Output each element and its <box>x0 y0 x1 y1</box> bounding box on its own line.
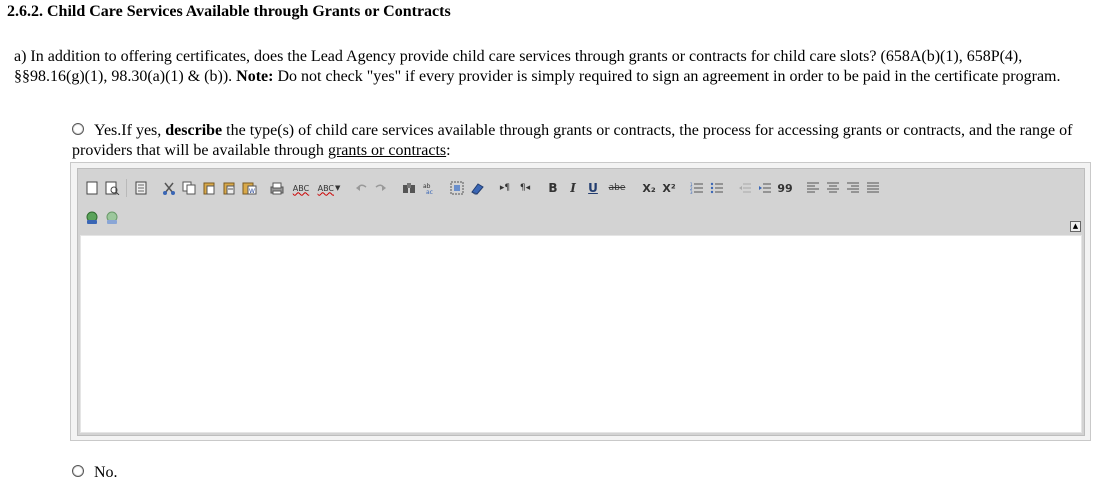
ltr-label: ▸¶ <box>499 183 511 193</box>
new-page-icon[interactable] <box>82 178 102 198</box>
option-yes: Yes.If yes, describe the type(s) of chil… <box>72 121 1090 161</box>
bulleted-list-icon[interactable] <box>707 178 727 198</box>
print-icon[interactable] <box>267 178 287 198</box>
copy-icon[interactable] <box>179 178 199 198</box>
superscript-label: X² <box>662 181 676 195</box>
question-text: a) In addition to offering certificates,… <box>14 47 1092 87</box>
collapse-label: ▲ <box>1072 222 1079 230</box>
numbered-list-icon[interactable]: 123 <box>687 178 707 198</box>
find-group: ab ac <box>399 178 439 198</box>
indent-icon[interactable] <box>755 178 775 198</box>
cut-icon[interactable] <box>159 178 179 198</box>
spellcheck-dropdown-label: ABC <box>317 183 334 193</box>
find-icon[interactable] <box>399 178 419 198</box>
paste-icon[interactable] <box>199 178 219 198</box>
subscript-icon[interactable]: X₂ <box>639 178 659 198</box>
collapse-toolbar-button[interactable]: ▲ <box>1070 221 1081 232</box>
blockquote-icon[interactable]: 99 <box>775 178 795 198</box>
link-icon[interactable] <box>82 208 102 228</box>
remove-format-icon[interactable] <box>467 178 487 198</box>
note-label: Note: <box>236 68 274 85</box>
select-group <box>447 178 487 198</box>
list-group: 123 <box>687 178 727 198</box>
editor-text-area[interactable] <box>80 235 1082 433</box>
spellcheck-icon[interactable]: ABC <box>287 178 315 198</box>
toolbar-separator <box>126 179 127 197</box>
option-no: No. <box>72 463 118 483</box>
templates-icon[interactable] <box>131 178 151 198</box>
editor-frame: W ABC ABC ▼ ab ac ▸¶ ¶◂ B I U abe X₂ X² … <box>77 168 1085 436</box>
redo-icon[interactable] <box>371 178 391 198</box>
yes-emphasis: describe <box>165 122 223 139</box>
svg-text:3: 3 <box>690 190 693 195</box>
document-group <box>82 178 151 198</box>
paste-word-icon[interactable]: W <box>239 178 259 198</box>
yes-suffix: : <box>446 142 451 159</box>
undo-group <box>351 178 391 198</box>
subscript-label: X₂ <box>642 181 656 195</box>
underline-label: U <box>588 181 598 195</box>
direction-group: ▸¶ ¶◂ <box>495 178 535 198</box>
bold-icon[interactable]: B <box>543 178 563 198</box>
svg-text:ac: ac <box>426 189 433 195</box>
indent-group: 99 <box>735 178 795 198</box>
strikethrough-label: abe <box>608 183 626 193</box>
yes-middle: the type(s) of child care services avail… <box>72 122 1073 159</box>
print-spell-group: ABC ABC ▼ <box>267 178 343 198</box>
replace-icon[interactable]: ab ac <box>419 178 439 198</box>
rtl-icon[interactable]: ¶◂ <box>515 178 535 198</box>
rich-text-editor: W ABC ABC ▼ ab ac ▸¶ ¶◂ B I U abe X₂ X² … <box>70 162 1091 441</box>
svg-text:W: W <box>249 188 255 195</box>
underline-icon[interactable]: U <box>583 178 603 198</box>
preview-icon[interactable] <box>102 178 122 198</box>
yes-radio[interactable] <box>72 123 84 136</box>
no-radio[interactable] <box>72 465 84 478</box>
no-label: No. <box>94 464 118 481</box>
clipboard-group: W <box>159 178 259 198</box>
bold-label: B <box>548 181 558 195</box>
editor-toolbar-row-1: W ABC ABC ▼ ab ac ▸¶ ¶◂ B I U abe X₂ X² … <box>82 177 891 199</box>
outdent-icon[interactable] <box>735 178 755 198</box>
align-center-icon[interactable] <box>823 178 843 198</box>
basic-style-group: B I U abe <box>543 178 631 198</box>
blockquote-label: 99 <box>777 181 793 195</box>
align-right-icon[interactable] <box>843 178 863 198</box>
strikethrough-icon[interactable]: abe <box>603 178 631 198</box>
editor-toolbar-row-2 <box>82 207 122 229</box>
paste-text-icon[interactable] <box>219 178 239 198</box>
section-heading: 2.6.2. Child Care Services Available thr… <box>7 3 451 20</box>
rtl-label: ¶◂ <box>519 183 531 193</box>
spellcheck-label: ABC <box>292 183 310 193</box>
italic-icon[interactable]: I <box>563 178 583 198</box>
undo-icon[interactable] <box>351 178 371 198</box>
unlink-icon[interactable] <box>102 208 122 228</box>
select-all-icon[interactable] <box>447 178 467 198</box>
justify-icon[interactable] <box>863 178 883 198</box>
ltr-icon[interactable]: ▸¶ <box>495 178 515 198</box>
spellcheck-dropdown-icon[interactable]: ABC ▼ <box>315 178 343 198</box>
note-text: Do not check "yes" if every provider is … <box>273 68 1061 85</box>
align-group <box>803 178 883 198</box>
yes-prefix: Yes.If yes, <box>94 122 166 139</box>
superscript-icon[interactable]: X² <box>659 178 679 198</box>
italic-label: I <box>570 181 576 195</box>
grants-contracts-link[interactable]: grants or contracts <box>328 142 446 159</box>
script-group: X₂ X² <box>639 178 679 198</box>
align-left-icon[interactable] <box>803 178 823 198</box>
